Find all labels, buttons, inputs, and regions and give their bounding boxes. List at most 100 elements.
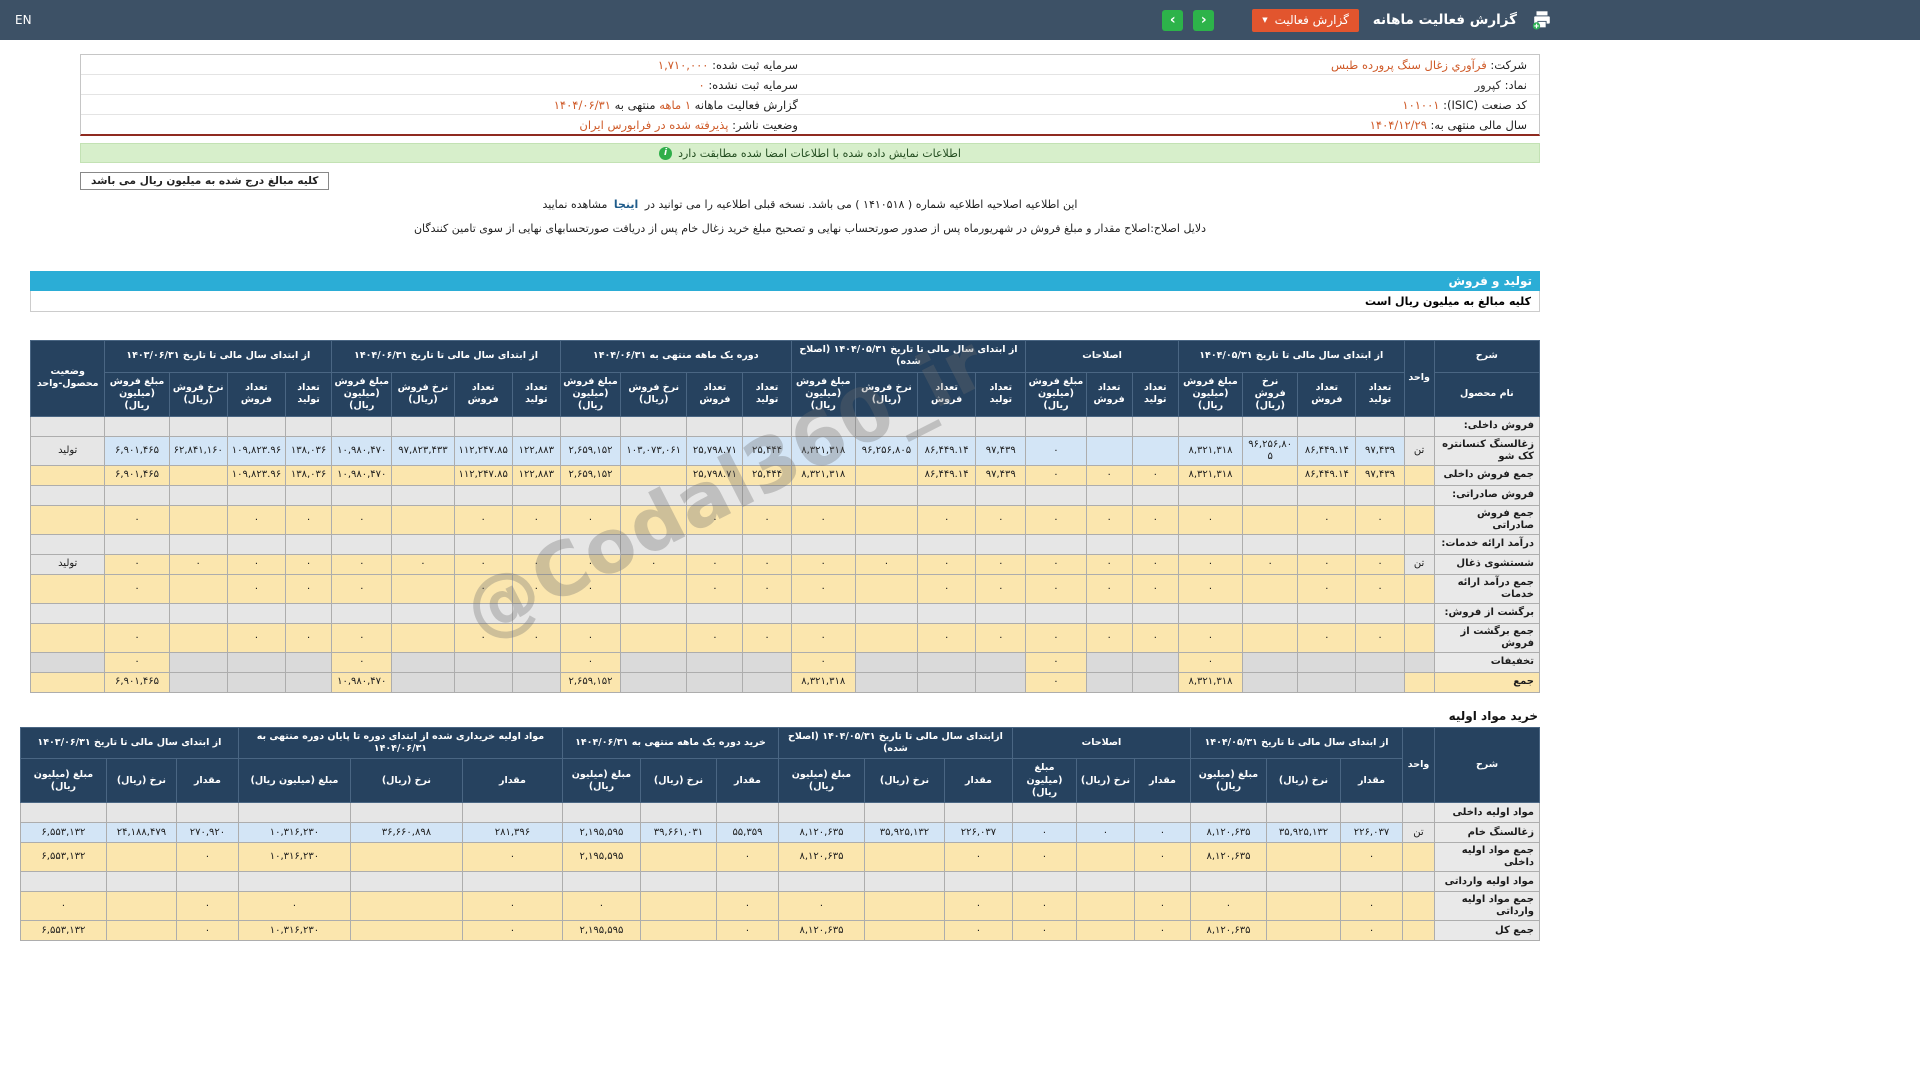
table-cell: ۳۵,۹۲۵,۱۳۲ (864, 823, 944, 843)
materials-purchase-title: خرید مواد اولیه (32, 709, 1538, 723)
table-cell: ۰ (687, 574, 743, 603)
table-cell: ۸۶,۴۴۹.۱۴ (918, 436, 976, 465)
table-cell (332, 485, 392, 505)
section-row-label: برگشت از فروش: (1434, 603, 1539, 623)
table-cell: ۰ (560, 505, 620, 534)
table-cell (1243, 623, 1298, 652)
status-cell (31, 465, 105, 485)
table-cell (743, 485, 791, 505)
table-cell: ۰ (687, 623, 743, 652)
table-cell: ۰ (743, 574, 791, 603)
report-type-label: گزارش فعالیت (1275, 13, 1349, 27)
table-cell: ۸۶,۴۴۹.۱۴ (1298, 436, 1356, 465)
table-cell: ۶,۵۵۳,۱۳۲ (20, 823, 106, 843)
header-subcolumn: تعداد تولید (976, 372, 1026, 416)
print-icon[interactable] (1531, 9, 1553, 31)
table-cell (1267, 872, 1341, 892)
table-cell: ۸۶,۴۴۹.۱۴ (1298, 465, 1356, 485)
row-label: جمع فروش صادراتی (1434, 505, 1539, 534)
table-cell (1190, 872, 1266, 892)
table-cell: ۸,۳۲۱,۳۱۸ (791, 465, 855, 485)
table-cell: ۱۰,۹۸۰,۴۷۰ (332, 672, 392, 692)
table-cell: ۸,۱۲۰,۶۳۵ (778, 843, 864, 872)
header-subcolumn: نرخ (ریال) (640, 759, 716, 803)
table-cell (106, 803, 176, 823)
table-cell (855, 652, 917, 672)
row-label: تخفیفات (1434, 652, 1539, 672)
status-cell (31, 672, 105, 692)
table-cell: ۰ (105, 554, 169, 574)
table-cell: ۰ (332, 554, 392, 574)
header-subcolumn: مبلغ فروش (میلیون ریال) (560, 372, 620, 416)
table-cell: ۰ (512, 505, 560, 534)
production-table: شرحواحداز ابتدای سال مالی تا تاریخ ۱۴۰۴/… (30, 340, 1540, 693)
issuer-status-value: پذیرفته شده در فرابورس ایران (579, 118, 728, 132)
table-cell: ۸,۳۲۱,۳۱۸ (791, 436, 855, 465)
table-cell: ۶,۵۵۳,۱۳۲ (20, 921, 106, 941)
section-row-label: درآمد ارائه خدمات: (1434, 534, 1539, 554)
table-cell: ۲۷۰,۹۲۰ (176, 823, 238, 843)
table-cell: ۳۶,۶۶۰,۸۹۸ (350, 823, 462, 843)
table-cell: ۰ (743, 623, 791, 652)
table-cell (454, 534, 512, 554)
table-cell: ۰ (1341, 843, 1403, 872)
table-cell (350, 803, 462, 823)
table-cell (462, 872, 562, 892)
table-cell (1243, 534, 1298, 554)
table-cell: ۰ (286, 554, 332, 574)
header-period-group: خرید دوره یک ماهه منتهی به ۱۴۰۴/۰۶/۳۱ (562, 727, 778, 759)
table-cell (976, 652, 1026, 672)
fiscal-year-label: سال مالی منتهی به: (1431, 118, 1527, 132)
table-cell: ۲۸۱,۳۹۶ (462, 823, 562, 843)
table-cell: ۰ (1132, 623, 1178, 652)
table-cell: ۰ (918, 505, 976, 534)
table-cell (918, 652, 976, 672)
language-en-link[interactable]: EN (15, 13, 32, 27)
company-name-cell: شرکت: فرآوري زغال سنگ پرورده طبس (810, 55, 1539, 74)
table-cell (640, 843, 716, 872)
table-cell (106, 921, 176, 941)
table-cell (1243, 652, 1298, 672)
header-subcolumn: نرخ فروش (ریال) (169, 372, 227, 416)
table-cell: ۰ (1132, 465, 1178, 485)
table-cell (791, 485, 855, 505)
info-row: شرکت: فرآوري زغال سنگ پرورده طبس سرمایه … (81, 55, 1539, 75)
table-cell: ۱۰۹,۸۲۳.۹۶ (227, 465, 285, 485)
table-cell (227, 652, 285, 672)
table-cell (227, 534, 285, 554)
unit-cell (1404, 652, 1434, 672)
amendment-reason: دلایل اصلاح:اصلاح مقدار و مبلغ فروش در ش… (80, 222, 1540, 235)
table-row-total: جمع کل۰۸,۱۲۰,۶۳۵۰۰۰۸,۱۲۰,۶۳۵۰۲,۱۹۵,۵۹۵۰۱… (20, 921, 1539, 941)
table-cell: ۹۷,۴۳۹ (1356, 465, 1404, 485)
table-cell (1356, 534, 1404, 554)
header-subcolumn: نرخ فروش (ریال) (392, 372, 454, 416)
report-type-dropdown[interactable]: ▼ گزارش فعالیت (1252, 9, 1359, 32)
table-cell (332, 534, 392, 554)
table-cell: ۰ (1086, 574, 1132, 603)
table-cell: ۰ (1178, 505, 1242, 534)
row-label: جمع فروش داخلی (1434, 465, 1539, 485)
table-cell (1267, 843, 1341, 872)
table-cell (1086, 672, 1132, 692)
table-cell: ۰ (976, 623, 1026, 652)
previous-announcement-button[interactable]: ‹ (1162, 10, 1183, 31)
report-period-date: ۱۴۰۴/۰۶/۳۱ (554, 98, 611, 112)
previous-announcement-link[interactable]: اینجا (614, 198, 638, 211)
table-cell: ۶۲,۸۴۱,۱۶۰ (169, 436, 227, 465)
table-cell (855, 465, 917, 485)
ticker-label: نماد: (1505, 78, 1527, 92)
header-unit: واحد (1403, 727, 1435, 803)
isic-label: کد صنعت (ISIC): (1443, 98, 1527, 112)
table-cell: ۰ (716, 892, 778, 921)
table-cell: ۰ (1026, 436, 1086, 465)
table-cell (1243, 485, 1298, 505)
table-cell (169, 623, 227, 652)
table-cell: ۰ (1178, 554, 1242, 574)
unit-cell (1404, 623, 1434, 652)
table-cell (392, 465, 454, 485)
next-announcement-button[interactable]: › (1193, 10, 1214, 31)
table-cell (687, 485, 743, 505)
table-cell: ۰ (791, 623, 855, 652)
table-cell (864, 892, 944, 921)
table-cell (1132, 652, 1178, 672)
